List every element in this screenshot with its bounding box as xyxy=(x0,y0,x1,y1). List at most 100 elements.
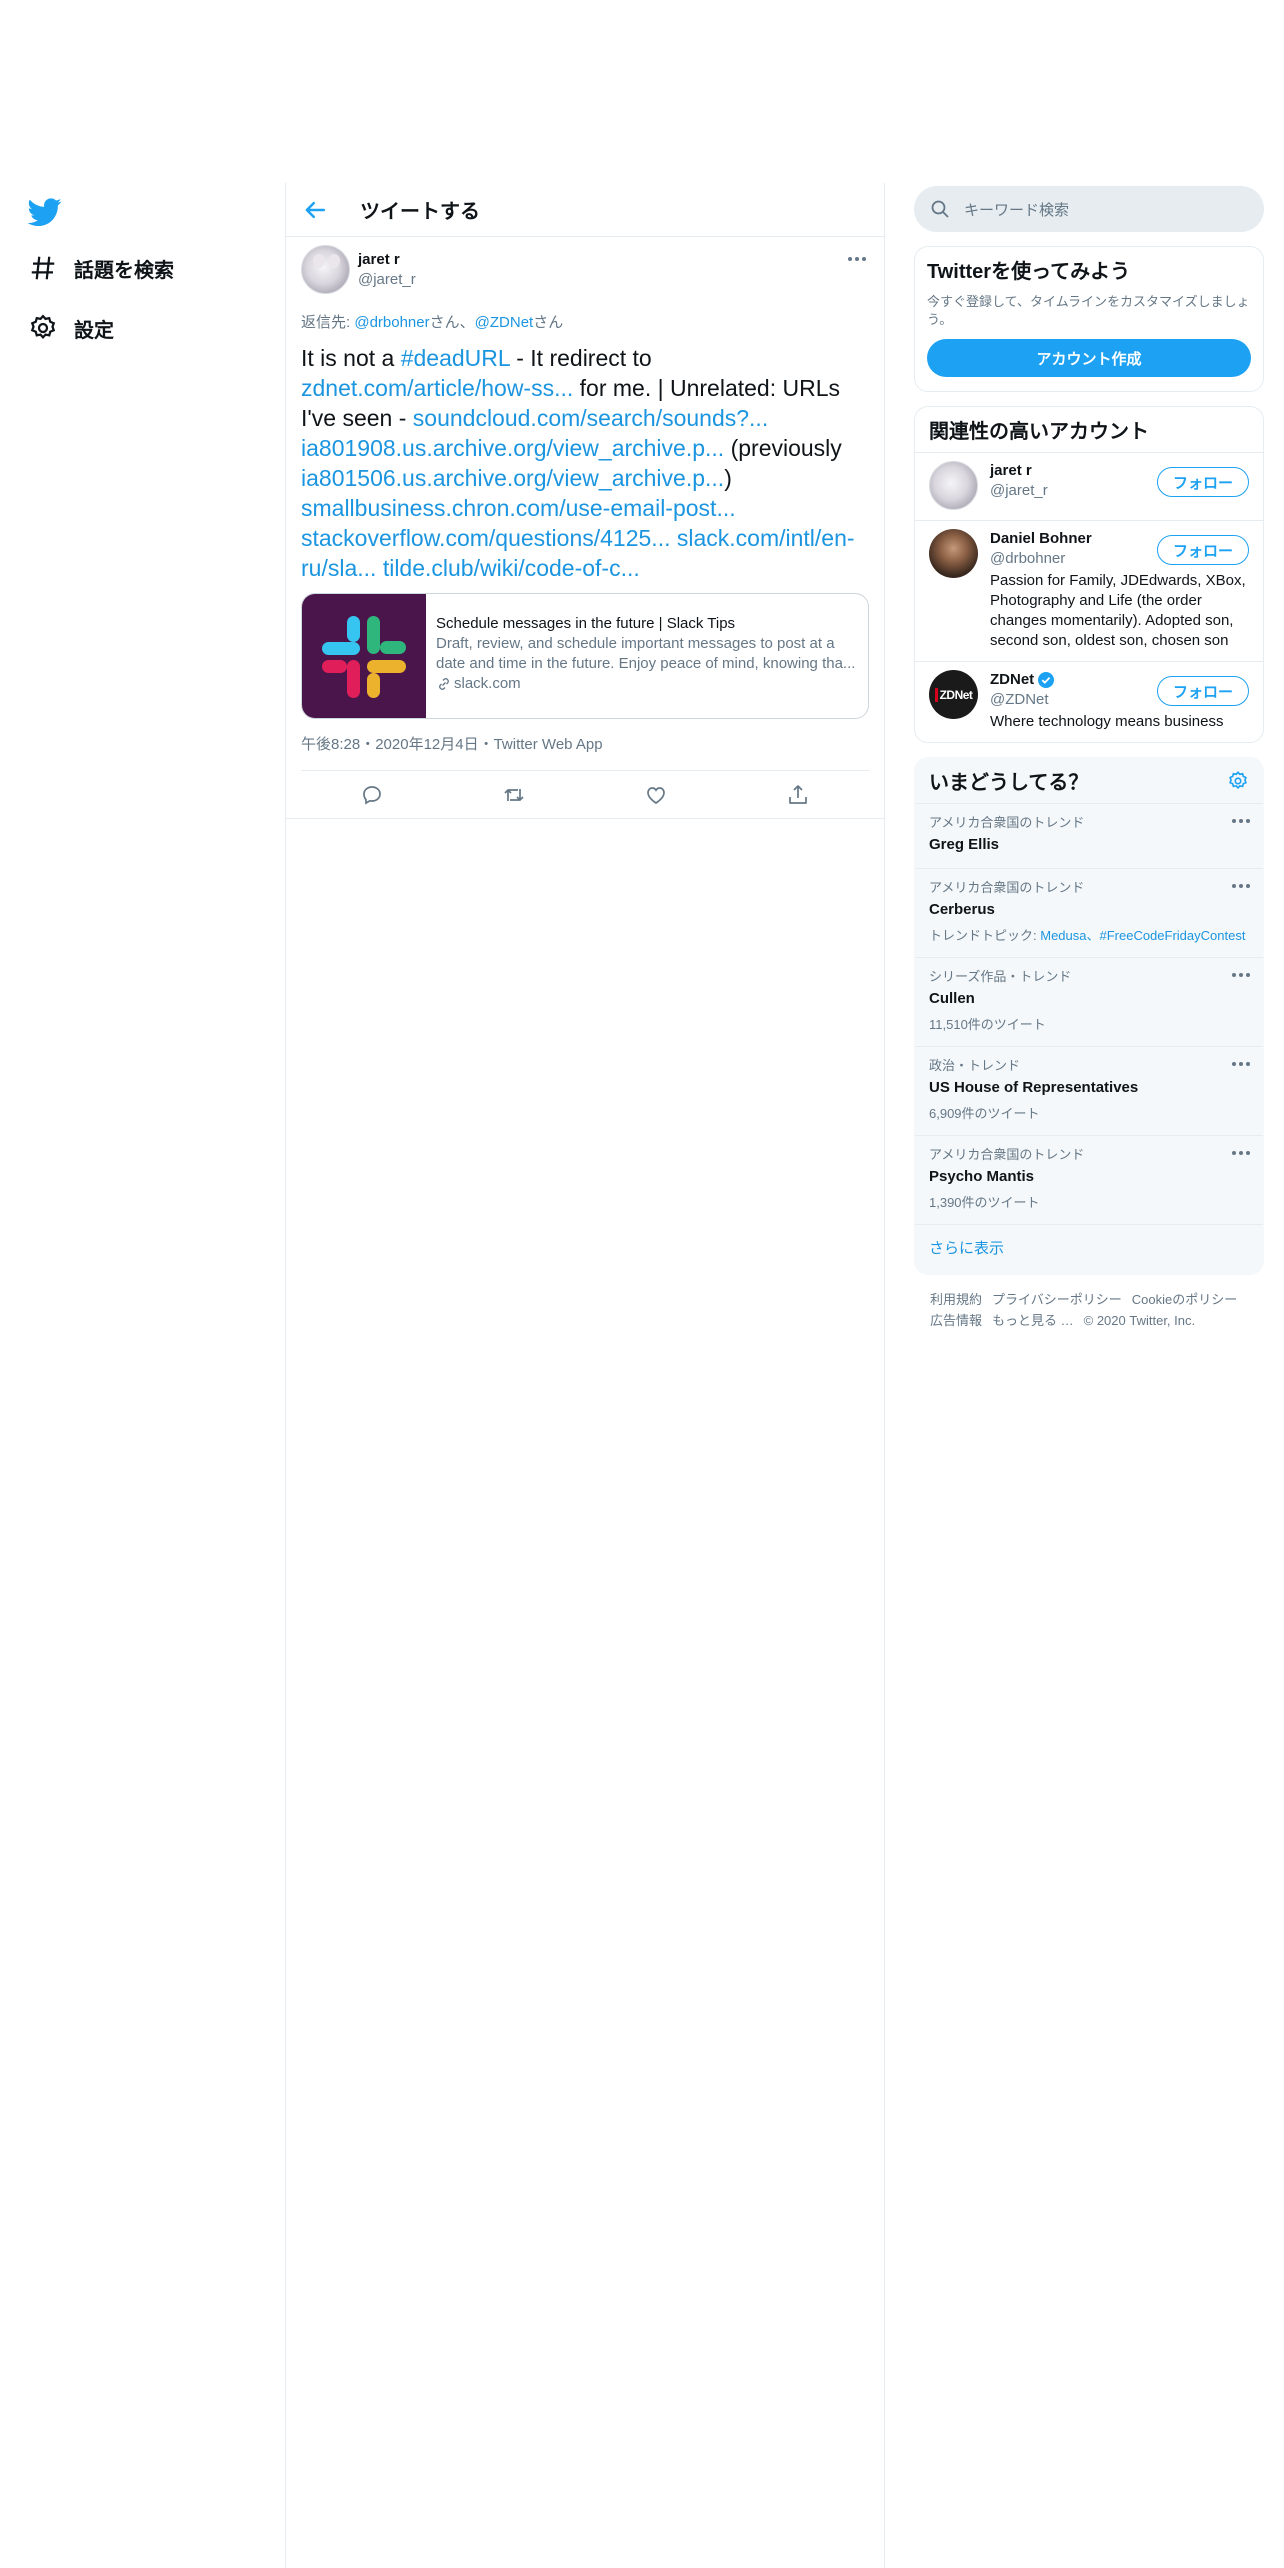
create-account-button[interactable]: アカウント作成 xyxy=(927,339,1251,377)
reply-user-link[interactable]: @ZDNet xyxy=(475,314,534,331)
more-options-icon[interactable] xyxy=(1231,1059,1251,1069)
account-bio: Passion for Family, JDEdwards, XBox, Pho… xyxy=(990,572,1246,649)
more-options-icon[interactable] xyxy=(1231,970,1251,980)
tweet-author: jaret r @jaret_r xyxy=(301,245,869,305)
trends-title: いまどうしてる？ xyxy=(929,772,1089,794)
trend-tweet-count: 6,909件のツイート xyxy=(929,1106,1040,1121)
url-link[interactable]: stackoverflow.com/questions/4125... xyxy=(301,525,670,551)
avatar[interactable] xyxy=(301,245,350,294)
follow-button[interactable]: フォロー xyxy=(1156,467,1249,497)
account-item[interactable]: ZDNet ZDNet @ZDNet Where technology mean… xyxy=(915,662,1263,742)
search-icon xyxy=(930,199,950,219)
avatar[interactable] xyxy=(929,461,978,510)
url-link[interactable]: tilde.club/wiki/code-of-c... xyxy=(383,555,640,581)
account-bio: Where technology means business xyxy=(990,713,1224,730)
account-name[interactable]: ZDNet xyxy=(990,670,1034,690)
author-name[interactable]: jaret r xyxy=(358,250,416,270)
footer-link-more[interactable]: もっと見る … xyxy=(992,1313,1074,1328)
tweet-text-segment: (previously xyxy=(724,435,842,461)
url-link[interactable]: zdnet.com/article/how-ss... xyxy=(301,375,573,401)
link-card[interactable]: Schedule messages in the future | Slack … xyxy=(301,593,869,719)
more-options-icon[interactable] xyxy=(1231,881,1251,891)
zdnet-logo-avatar[interactable]: ZDNet xyxy=(929,670,978,719)
card-domain: slack.com xyxy=(436,674,856,694)
slack-logo-icon xyxy=(302,594,426,718)
card-description: Draft, review, and schedule important me… xyxy=(436,635,856,672)
trends-panel: いまどうしてる？ アメリカ合衆国のトレンド Greg Ellis アメリカ合衆国… xyxy=(914,757,1264,1275)
reply-separator: さん、 xyxy=(429,314,475,331)
retweet-icon[interactable] xyxy=(502,783,526,807)
reply-prefix: 返信先: xyxy=(301,314,355,331)
avatar[interactable] xyxy=(929,529,978,578)
more-options-icon[interactable] xyxy=(1231,816,1251,826)
trend-item[interactable]: シリーズ作品・トレンド Cullen 11,510件のツイート xyxy=(915,958,1263,1047)
trend-topic-link[interactable]: Medusa、#FreeCodeFridayContest xyxy=(1040,928,1245,943)
nav-explore[interactable]: 話題を検索 xyxy=(28,248,174,288)
reply-icon[interactable] xyxy=(360,783,384,807)
footer-link-ads[interactable]: 広告情報 xyxy=(930,1313,982,1328)
hashtag-link[interactable]: #deadURL xyxy=(401,345,510,371)
trend-context: アメリカ合衆国のトレンド xyxy=(929,1147,1085,1162)
reply-to-line: 返信先: @drbohnerさん、@ZDNetさん xyxy=(301,311,869,332)
footer: 利用規約 プライバシーポリシー Cookieのポリシー 広告情報 もっと見る … © 2… xyxy=(914,1275,1264,1345)
relevant-accounts-panel: 関連性の高いアカウント jaret r @jaret_r フォロー Daniel… xyxy=(914,406,1264,743)
show-more-link[interactable]: さらに表示 xyxy=(915,1225,1263,1274)
share-icon[interactable] xyxy=(786,783,810,807)
like-heart-icon[interactable] xyxy=(644,783,668,807)
footer-link-cookies[interactable]: Cookieのポリシー xyxy=(1132,1292,1237,1307)
verified-badge-icon xyxy=(1037,671,1055,689)
tweet-text-segment: ) xyxy=(724,465,732,491)
url-link[interactable]: ia801506.us.archive.org/view_archive.p..… xyxy=(301,465,724,491)
trend-topics: トレンドトピック: Medusa、#FreeCodeFridayContest xyxy=(929,927,1249,945)
trend-item[interactable]: アメリカ合衆国のトレンド Greg Ellis xyxy=(915,804,1263,869)
trend-tweet-count: 1,390件のツイート xyxy=(929,1195,1040,1210)
page-title: ツイートする xyxy=(360,201,480,223)
url-link[interactable]: soundcloud.com/search/sounds?... xyxy=(413,405,768,431)
page-header: ツイートする xyxy=(286,183,884,237)
main-column: ツイートする jaret r @jaret_r 返信先: @drbohnerさん… xyxy=(286,183,884,819)
relevant-accounts-title: 関連性の高いアカウント xyxy=(915,407,1263,453)
tweet-timestamp[interactable]: 午後8:28・2020年12月4日・Twitter Web App xyxy=(301,733,869,771)
signup-description: 今すぐ登録して、タイムラインをカスタマイズしましょう。 xyxy=(927,294,1250,327)
tweet-text-segment: - It redirect to xyxy=(509,345,652,371)
back-arrow-icon[interactable] xyxy=(300,195,330,225)
nav-explore-label: 話題を検索 xyxy=(74,259,174,282)
trend-name: Cerberus xyxy=(929,901,995,918)
more-options-icon[interactable] xyxy=(1231,1148,1251,1158)
trends-header: いまどうしてる？ xyxy=(915,758,1263,804)
nav-settings[interactable]: 設定 xyxy=(28,308,114,348)
settings-gear-icon[interactable] xyxy=(1227,770,1249,792)
search-placeholder: キーワード検索 xyxy=(964,201,1070,219)
trend-item[interactable]: 政治・トレンド US House of Representatives 6,90… xyxy=(915,1047,1263,1136)
twitter-logo-icon[interactable] xyxy=(28,195,62,229)
tweet-text: It is not a #deadURL - It redirect to zd… xyxy=(301,343,869,583)
account-item[interactable]: Daniel Bohner @drbohner Passion for Fami… xyxy=(915,521,1263,662)
card-domain-text: slack.com xyxy=(454,675,521,692)
zdnet-logo-text: ZDNet xyxy=(934,687,973,702)
url-link[interactable]: ia801908.us.archive.org/view_archive.p..… xyxy=(301,435,724,461)
follow-button[interactable]: フォロー xyxy=(1156,676,1249,706)
account-item[interactable]: jaret r @jaret_r フォロー xyxy=(915,453,1263,521)
trend-name: US House of Representatives xyxy=(929,1079,1139,1096)
reply-suffix: さん xyxy=(533,314,564,331)
card-title: Schedule messages in the future | Slack … xyxy=(436,615,736,632)
trend-item[interactable]: アメリカ合衆国のトレンド Cerberus トレンドトピック: Medusa、#… xyxy=(915,869,1263,958)
more-options-icon[interactable] xyxy=(845,251,869,267)
search-input[interactable]: キーワード検索 xyxy=(914,186,1264,232)
url-link[interactable]: smallbusiness.chron.com/use-email-post..… xyxy=(301,495,736,521)
trend-context: アメリカ合衆国のトレンド xyxy=(929,815,1085,830)
footer-link-terms[interactable]: 利用規約 xyxy=(930,1292,982,1307)
trend-name: Greg Ellis xyxy=(929,836,1000,853)
trend-name: Cullen xyxy=(929,990,975,1007)
trend-item[interactable]: アメリカ合衆国のトレンド Psycho Mantis 1,390件のツイート xyxy=(915,1136,1263,1225)
footer-link-privacy[interactable]: プライバシーポリシー xyxy=(992,1292,1122,1307)
reply-user-link[interactable]: @drbohner xyxy=(354,314,429,331)
tweet-actions xyxy=(286,771,884,819)
author-handle[interactable]: @jaret_r xyxy=(358,270,416,289)
hashtag-icon xyxy=(28,253,58,283)
tweet: jaret r @jaret_r 返信先: @drbohnerさん、@ZDNet… xyxy=(286,237,884,819)
relevant-accounts-heading: 関連性の高いアカウント xyxy=(929,421,1149,443)
trend-context: 政治・トレンド xyxy=(929,1058,1021,1073)
follow-button[interactable]: フォロー xyxy=(1156,535,1249,565)
nav-settings-label: 設定 xyxy=(74,319,114,342)
